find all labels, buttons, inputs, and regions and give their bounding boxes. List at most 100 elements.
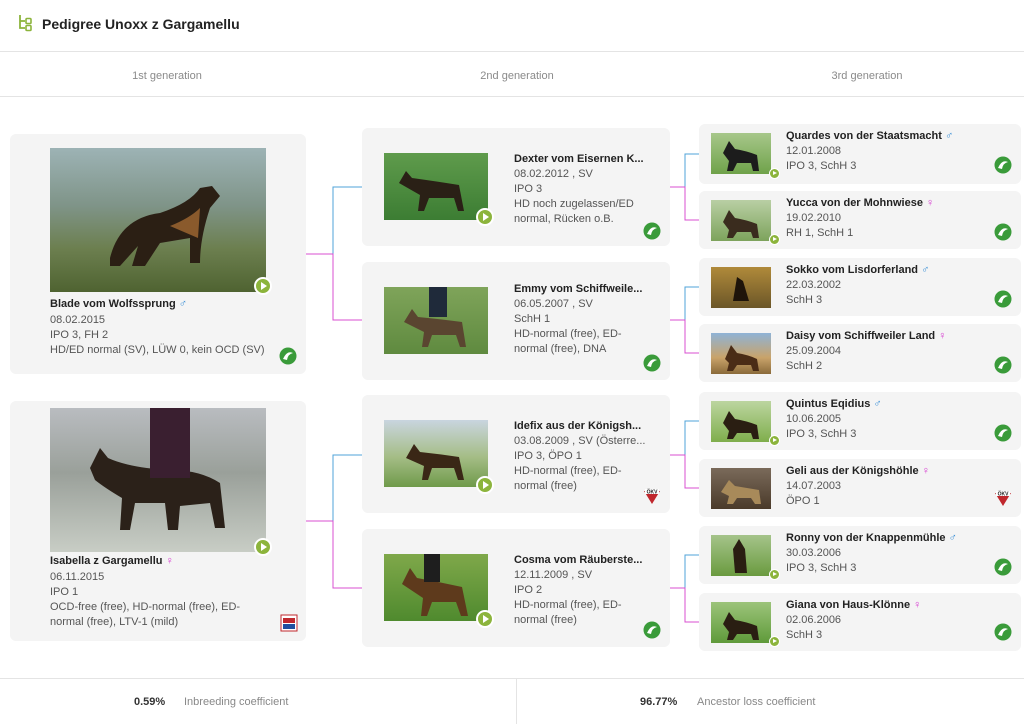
dog-name[interactable]: Quintus Eqidius ♂ [786, 398, 986, 410]
play-video-button[interactable] [769, 168, 780, 179]
play-video-button[interactable] [476, 610, 494, 628]
dog-photo[interactable] [711, 267, 771, 308]
dog-photo[interactable] [711, 535, 771, 576]
birth-date: 03.08.2009 , SV (Österre... [514, 435, 646, 447]
dog-photo[interactable] [50, 148, 266, 292]
dog-photo[interactable] [384, 420, 488, 487]
birth-date: 06.11.2015 [50, 571, 105, 583]
sv-logo-icon [994, 424, 1012, 442]
birth-date: 12.11.2009 , SV [514, 569, 593, 581]
dog-name[interactable]: Cosma vom Räuberste... [514, 554, 664, 566]
female-icon: ♀ [165, 555, 174, 567]
male-icon: ♂ [944, 130, 954, 142]
dog-photo[interactable] [384, 153, 488, 220]
titles: SchH 1 [514, 313, 551, 325]
gen3-card-1[interactable]: Quardes von der Staatsmacht ♂ 12.01.2008… [699, 124, 1021, 184]
dog-photo[interactable] [711, 133, 771, 174]
dog-name[interactable]: Geli aus der Königshöhle ♀ [786, 465, 986, 477]
health-results: HD-normal (free), ED-normal (free), DNA … [514, 328, 622, 355]
play-video-button[interactable] [476, 208, 494, 226]
dog-photo[interactable] [711, 200, 771, 241]
dog-name[interactable]: Dexter vom Eisernen K... [514, 153, 664, 165]
female-icon: ♀ [938, 330, 947, 342]
titles: IPO 3, SchH 3 [786, 160, 857, 172]
gen3-card-3[interactable]: Sokko vom Lisdorferland ♂ 22.03.2002 Sch… [699, 258, 1021, 316]
play-video-button[interactable] [254, 277, 272, 295]
sv-logo-icon [643, 621, 661, 639]
health-results: HD/ED normal (SV), LÜW 0, kein OCD (SV) [50, 344, 265, 356]
titles: RH 1, SchH 1 [786, 227, 854, 239]
dog-photo[interactable] [711, 333, 771, 374]
dog-name[interactable]: Ronny von der Knappenmühle ♂ [786, 532, 986, 544]
gen1-card-sire[interactable]: Blade vom Wolfssprung ♂ 08.02.2015 IPO 3… [10, 134, 306, 374]
cmku-logo-icon [280, 614, 298, 632]
gen2-card-4[interactable]: Cosma vom Räuberste... 12.11.2009 , SV I… [362, 529, 670, 647]
dog-photo[interactable] [384, 554, 488, 621]
titles: SchH 3 [786, 629, 823, 641]
dog-name[interactable]: Quardes von der Staatsmacht ♂ [786, 130, 986, 142]
titles: IPO 1 [50, 586, 79, 598]
gen3-card-7[interactable]: Ronny von der Knappenmühle ♂ 30.03.2006 … [699, 526, 1021, 584]
dog-photo[interactable] [711, 401, 771, 442]
gen2-card-1[interactable]: Dexter vom Eisernen K... 08.02.2012 , SV… [362, 128, 670, 246]
dog-name[interactable]: Sokko vom Lisdorferland ♂ [786, 264, 986, 276]
dog-photo[interactable] [711, 468, 771, 509]
male-icon: ♂ [948, 532, 957, 544]
inbreeding-label: Inbreeding coefficient [184, 696, 289, 708]
sv-logo-icon [279, 347, 297, 365]
sv-logo-icon [994, 558, 1012, 576]
male-icon: ♂ [178, 298, 188, 310]
birth-date: 12.01.2008 [786, 145, 842, 157]
sv-logo-icon [643, 354, 661, 372]
inbreeding-value: 0.59% [134, 696, 166, 708]
female-icon: ♀ [926, 197, 935, 209]
play-video-button[interactable] [254, 538, 272, 556]
footer-divider [516, 679, 517, 724]
dog-name[interactable]: Isabella z Gargamellu ♀ [50, 555, 300, 567]
birth-date: 30.03.2006 [786, 547, 842, 559]
okv-logo-icon: ÖKV [644, 489, 660, 504]
dog-photo[interactable] [384, 287, 488, 354]
gen1-card-dam[interactable]: Isabella z Gargamellu ♀ 06.11.2015 IPO 1… [10, 401, 306, 641]
titles: SchH 3 [786, 294, 823, 306]
play-video-button[interactable] [769, 234, 780, 245]
gen3-card-4[interactable]: Daisy vom Schiffweiler Land ♀ 25.09.2004… [699, 324, 1021, 382]
sv-logo-icon [994, 156, 1012, 174]
sv-logo-icon [994, 223, 1012, 241]
dog-photo[interactable] [50, 408, 266, 552]
dog-name[interactable]: Yucca von der Mohnwiese ♀ [786, 197, 986, 209]
titles: SchH 2 [786, 360, 823, 372]
birth-date: 02.06.2006 [786, 614, 842, 626]
ancestor-loss-label: Ancestor loss coefficient [697, 696, 816, 708]
play-video-button[interactable] [769, 636, 780, 647]
health-results: HD-normal (free), ED-normal (free) [514, 599, 622, 626]
sv-logo-icon [994, 623, 1012, 641]
gen2-card-2[interactable]: Emmy vom Schiffweile... 06.05.2007 , SV … [362, 262, 670, 380]
sv-logo-icon [994, 290, 1012, 308]
female-icon: ♀ [913, 599, 922, 611]
gen3-card-5[interactable]: Quintus Eqidius ♂ 10.06.2005 IPO 3, SchH… [699, 392, 1021, 450]
play-video-button[interactable] [476, 476, 494, 494]
okv-logo-icon: ÖKV [995, 491, 1011, 506]
play-video-button[interactable] [769, 435, 780, 446]
birth-date: 25.09.2004 [786, 345, 842, 357]
dog-name[interactable]: Idefix aus der Königsh... [514, 420, 664, 432]
titles: IPO 3, ÖPO 1 [514, 450, 582, 462]
gen3-card-8[interactable]: Giana von Haus-Klönne ♀ 02.06.2006 SchH … [699, 593, 1021, 651]
male-icon: ♂ [873, 398, 882, 410]
dog-photo[interactable] [711, 602, 771, 643]
gen3-card-6[interactable]: Geli aus der Königshöhle ♀ 14.07.2003 ÖP… [699, 459, 1021, 517]
birth-date: 06.05.2007 , SV [514, 298, 593, 310]
health-results: HD-normal (free), ED-normal (free) [514, 465, 622, 492]
gen2-card-3[interactable]: Idefix aus der Königsh... 03.08.2009 , S… [362, 395, 670, 513]
birth-date: 10.06.2005 [786, 413, 842, 425]
dog-name[interactable]: Giana von Haus-Klönne ♀ [786, 599, 986, 611]
dog-name[interactable]: Blade vom Wolfssprung ♂ [50, 298, 300, 310]
titles: IPO 3 [514, 183, 543, 195]
birth-date: 14.07.2003 [786, 480, 842, 492]
gen3-card-2[interactable]: Yucca von der Mohnwiese ♀ 19.02.2010 RH … [699, 191, 1021, 249]
titles: IPO 3, SchH 3 [786, 428, 857, 440]
dog-name[interactable]: Emmy vom Schiffweile... [514, 283, 664, 295]
play-video-button[interactable] [769, 569, 780, 580]
dog-name[interactable]: Daisy vom Schiffweiler Land ♀ [786, 330, 986, 342]
